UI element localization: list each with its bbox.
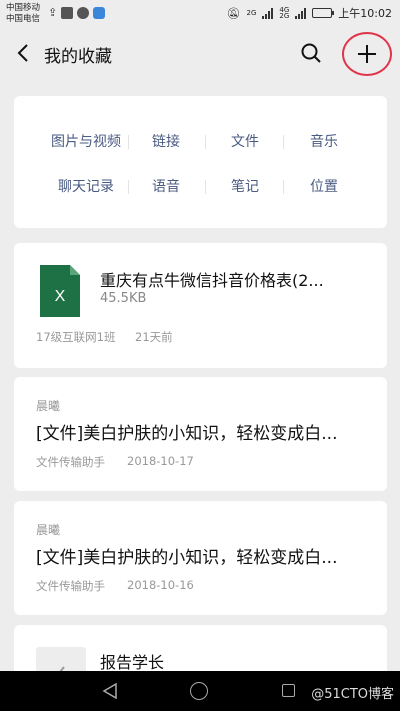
system-nav-bar: @51CTO博客 [0,671,400,711]
plus-icon [358,45,376,63]
signal-icon-1 [262,7,274,19]
category-divider [128,135,129,149]
file-name: 重庆有点牛微信抖音价格表(2... [100,271,324,290]
item-date: 2018-10-16 [127,578,194,592]
category-music[interactable]: 音乐 [298,131,350,151]
triangle-back-icon[interactable] [102,683,118,699]
file-size: 45.5KB [100,291,147,306]
search-icon[interactable] [300,42,322,64]
signal-label-1: 2G [246,9,257,17]
item-time: 21天前 [135,330,173,344]
status-time: 上午10:02 [338,7,392,20]
category-voice[interactable]: 语音 [140,176,192,196]
item-title: [文件]美白护肤的小知识，轻松变成白... [36,424,338,444]
carrier-1: 中国移动 [6,3,41,13]
watermark: @51CTO博客 [311,687,394,702]
page-title: 我的收藏 [44,47,112,67]
chevron-left-icon[interactable] [14,42,34,64]
item-author: 晨曦 [36,399,61,413]
item-title: [文件]美白护肤的小知识，轻松变成白... [36,548,338,568]
category-divider [283,135,284,149]
status-right: 🔕︎ 2G 4G 2G 上午10:02 [227,5,392,21]
signal-label-2-3: 4G 2G [279,7,290,20]
battery-icon [312,8,335,18]
category-chat-history[interactable]: 聊天记录 [44,176,128,196]
notification-app-icon-2 [77,6,90,19]
excel-icon-label: X [55,288,66,305]
signal-label-3: 2G [279,12,290,20]
carrier-2: 中国电信 [6,14,41,24]
favorite-item-file[interactable]: X 重庆有点牛微信抖音价格表(2... 45.5KB 17级互联网1班 21天前 [14,243,387,368]
excel-file-icon: X [40,265,80,317]
usb-icon: ⇪ [48,6,58,19]
add-button[interactable] [342,32,392,76]
item-date: 2018-10-17 [127,454,194,468]
category-links[interactable]: 链接 [140,131,192,151]
item-author: 晨曦 [36,523,61,537]
category-divider [283,180,284,194]
notification-icons: ⇪ [48,6,106,19]
category-divider [205,135,206,149]
status-bar: 中国移动 中国电信 ⇪ 🔕︎ 2G 4G 2G 上午10:02 [0,0,400,28]
favorite-item-note[interactable]: 晨曦 [文件]美白护肤的小知识，轻松变成白... 文件传输助手 2018-10-… [14,501,387,615]
signal-icon-2 [295,7,307,19]
category-divider [205,180,206,194]
nav-bar: 我的收藏 [0,28,400,80]
category-panel: 图片与视频 链接 文件 音乐 聊天记录 语音 笔记 位置 [14,96,387,228]
mute-icon: 🔕︎ [226,6,241,20]
carrier-info: 中国移动 中国电信 [6,3,40,25]
category-row-2: 聊天记录 语音 笔记 位置 [14,176,387,198]
home-circle-icon[interactable] [190,682,208,700]
category-files[interactable]: 文件 [219,131,271,151]
item-source: 文件传输助手 [36,455,105,469]
notification-app-icon-3 [93,6,106,19]
favorite-item-note[interactable]: 晨曦 [文件]美白护肤的小知识，轻松变成白... 文件传输助手 2018-10-… [14,377,387,491]
item-title: 报告学长 [100,653,165,672]
category-notes[interactable]: 笔记 [219,176,271,196]
item-source: 文件传输助手 [36,579,105,593]
notification-app-icon [61,6,74,19]
category-divider [128,180,129,194]
recent-apps-icon[interactable] [282,684,295,697]
category-photos-videos[interactable]: 图片与视频 [44,131,128,151]
item-source: 17级互联网1班 [36,330,116,344]
category-row-1: 图片与视频 链接 文件 音乐 [14,131,387,153]
category-location[interactable]: 位置 [298,176,350,196]
